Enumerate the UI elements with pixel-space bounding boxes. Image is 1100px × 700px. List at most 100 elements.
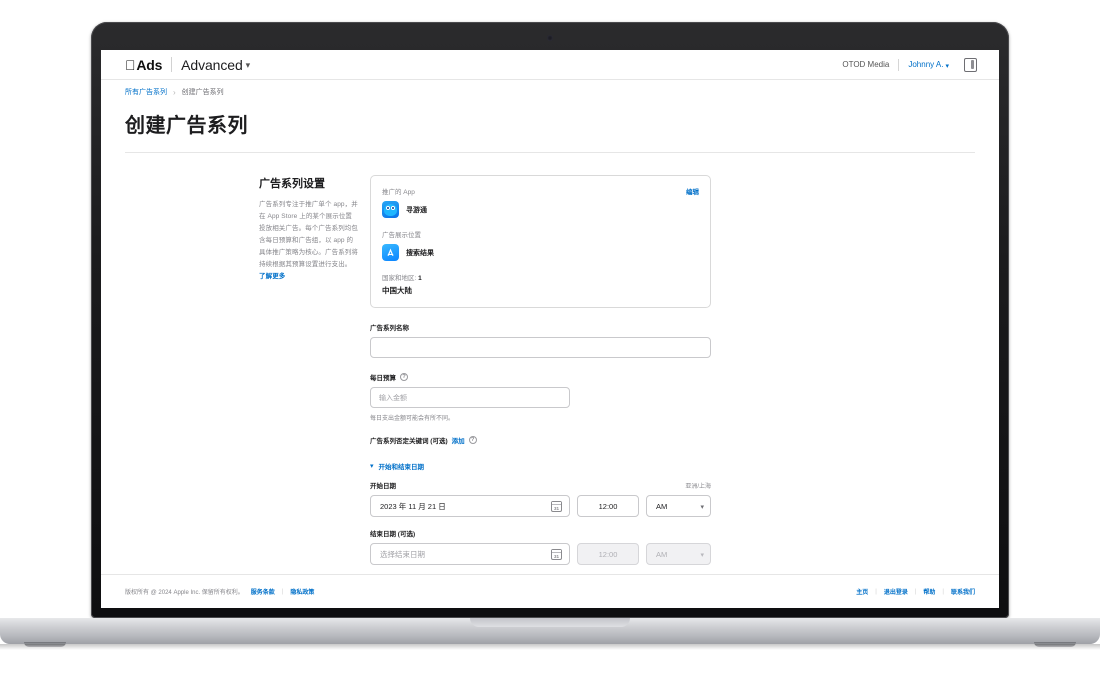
- product-label: Advanced: [170, 56, 243, 73]
- section-description: 广告系列专注于推广单个 app，并在 App Store 上的某个展示位置投放相…: [259, 199, 358, 283]
- placement-label: 广告展示位置: [382, 232, 421, 239]
- page-title: 创建广告系列: [125, 115, 248, 137]
- start-end-date-label: 开始和结束日期: [378, 464, 425, 471]
- footer-separator: |: [914, 588, 917, 595]
- daily-budget-label: 每日预算 ?: [370, 372, 711, 382]
- breadcrumb-current: 创建广告系列: [181, 89, 224, 96]
- app-store-icon: [382, 244, 399, 261]
- footer-separator: |: [875, 588, 877, 595]
- start-time-input[interactable]: 12:00: [577, 495, 639, 517]
- calendar-icon[interactable]: 31: [551, 548, 562, 560]
- apple-logo-icon: : [125, 58, 136, 72]
- app-topbar:  Ads Advanced ▾ OTOD Media Johnny A. ▾: [101, 50, 999, 80]
- app-icon-tour-guide: [382, 201, 399, 218]
- user-menu[interactable]: Johnny A. ▾: [908, 60, 949, 70]
- chevron-down-icon: ▾: [246, 60, 251, 71]
- footer-right: 主页 | 退出登录 | 帮助 | 联系我们: [856, 587, 975, 597]
- promoted-app-name: 寻游通: [406, 206, 427, 214]
- section-title: 广告系列设置: [259, 178, 325, 190]
- end-date-placeholder: 选择结束日期: [380, 549, 425, 559]
- campaign-name-input[interactable]: [370, 337, 711, 358]
- brand-label: Ads: [126, 56, 162, 73]
- start-ampm-select[interactable]: AM ▾: [646, 495, 711, 517]
- start-ampm-value: AM: [656, 501, 668, 511]
- footer-separator: |: [281, 588, 284, 595]
- brand-group:  Ads Advanced ▾: [125, 57, 250, 73]
- laptop-base: [0, 618, 1100, 654]
- laptop-base-notch: [470, 618, 630, 627]
- placement-row: 搜索结果: [382, 244, 699, 261]
- start-end-date-disclosure[interactable]: ▾ 开始和结束日期: [370, 461, 711, 471]
- promoted-app-row: 寻游通: [382, 201, 699, 218]
- campaign-name-label: 广告系列名称: [370, 322, 711, 332]
- edit-link[interactable]: 编辑: [686, 186, 699, 196]
- laptop-frame:  Ads Advanced ▾ OTOD Media Johnny A. ▾: [91, 22, 1009, 618]
- form-column: 编辑 推广的 App 寻游通 广告展示位置 搜索结果 国家和地区: 1 中国大陆…: [370, 175, 711, 565]
- daily-budget-label-text: 每日预算: [370, 375, 396, 382]
- account-name: OTOD Media: [842, 60, 890, 69]
- chevron-down-icon: ▾: [945, 62, 949, 70]
- start-date-row: 2023 年 11 月 21 日 31 12:00 AM ▾: [370, 495, 711, 517]
- campaign-name-label-text: 广告系列名称: [370, 325, 409, 332]
- breadcrumb-parent[interactable]: 所有广告系列: [125, 87, 167, 97]
- brand-divider: [171, 57, 173, 72]
- countries-label: 国家和地区:: [382, 275, 417, 282]
- countries-label-line: 国家和地区: 1: [382, 272, 699, 282]
- page-footer: 版权所有 @ 2024 Apple Inc. 保留所有权利。 服务条款 | 隐私…: [101, 574, 999, 608]
- add-negative-keywords-link[interactable]: 添加: [452, 435, 465, 445]
- daily-budget-placeholder: 输入金额: [379, 394, 407, 402]
- end-date-input[interactable]: 选择结束日期 31: [370, 543, 570, 565]
- apple-ads-logo[interactable]:  Ads: [125, 57, 162, 73]
- end-time-input[interactable]: 12:00: [577, 543, 639, 565]
- section-description-text: 广告系列专注于推广单个 app，并在 App Store 上的某个展示位置投放相…: [259, 201, 358, 269]
- breadcrumb: 所有广告系列 › 创建广告系列: [101, 80, 999, 97]
- chevron-down-icon: ▾: [370, 463, 374, 470]
- footer-left: 版权所有 @ 2024 Apple Inc. 保留所有权利。 服务条款 | 隐私…: [125, 587, 314, 597]
- help-icon[interactable]: ?: [468, 436, 477, 444]
- screen:  Ads Advanced ▾ OTOD Media Johnny A. ▾: [101, 50, 999, 608]
- start-date-input[interactable]: 2023 年 11 月 21 日 31: [370, 495, 570, 517]
- help-icon[interactable]: ?: [400, 373, 408, 381]
- countries-value: 中国大陆: [382, 286, 412, 295]
- help-link[interactable]: 帮助: [923, 587, 935, 596]
- breadcrumb-separator-icon: ›: [173, 87, 176, 97]
- campaign-name-field: 广告系列名称: [370, 322, 711, 358]
- countries-block: 国家和地区: 1 中国大陆: [382, 272, 699, 296]
- home-link[interactable]: 主页: [856, 587, 868, 596]
- user-label: Johnny A.: [908, 60, 944, 69]
- chevron-down-icon: ▾: [700, 552, 704, 559]
- contact-link[interactable]: 联系我们: [951, 587, 975, 596]
- laptop-shadow: [0, 644, 1100, 650]
- terms-link[interactable]: 服务条款: [251, 587, 275, 596]
- product-selector[interactable]: Advanced ▾: [181, 57, 250, 73]
- webcam-icon: [547, 35, 553, 41]
- daily-budget-hint: 每日支出金额可能会有所不同。: [370, 416, 455, 422]
- topbar-right-group: OTOD Media Johnny A. ▾: [842, 57, 977, 72]
- section-description-column: 广告系列设置 广告系列专注于推广单个 app，并在 App Store 上的某个…: [125, 175, 370, 565]
- start-date-label: 开始日期: [370, 483, 396, 490]
- campaign-summary-card: 编辑 推广的 App 寻游通 广告展示位置 搜索结果 国家和地区: 1 中国大陆: [370, 175, 711, 308]
- end-date-row: 选择结束日期 31 12:00 AM ▾: [370, 543, 711, 565]
- learn-more-link[interactable]: 了解更多: [259, 273, 285, 280]
- copyright-text: 版权所有 @ 2024 Apple Inc. 保留所有权利。: [125, 590, 244, 596]
- start-date-value: 2023 年 11 月 21 日: [380, 501, 446, 511]
- promoted-app-label: 推广的 App: [382, 189, 415, 196]
- calendar-icon[interactable]: 31: [551, 500, 562, 512]
- privacy-link[interactable]: 隐私政策: [290, 587, 314, 596]
- end-ampm-value: AM: [656, 549, 668, 559]
- main-content: 广告系列设置 广告系列专注于推广单个 app，并在 App Store 上的某个…: [101, 153, 999, 565]
- topbar-divider: [898, 58, 900, 71]
- countries-count: 1: [418, 275, 422, 282]
- signout-link[interactable]: 退出登录: [884, 587, 908, 596]
- daily-budget-input[interactable]: 输入金额: [370, 387, 570, 408]
- start-date-header: 开始日期 亚洲/上海: [370, 480, 711, 490]
- placement-value: 搜索结果: [406, 249, 434, 257]
- end-ampm-select[interactable]: AM ▾: [646, 543, 711, 565]
- end-date-label: 结束日期 (可选): [370, 531, 416, 538]
- side-panel-icon[interactable]: [964, 57, 977, 72]
- footer-separator: |: [942, 588, 944, 595]
- laptop-bezel:  Ads Advanced ▾ OTOD Media Johnny A. ▾: [91, 22, 1009, 618]
- chevron-down-icon: ▾: [700, 504, 704, 511]
- negative-keywords-label: 广告系列否定关键词 (可选): [370, 438, 448, 445]
- daily-budget-field: 每日预算 ? 输入金额 每日支出金额可能会有所不同。: [370, 372, 711, 422]
